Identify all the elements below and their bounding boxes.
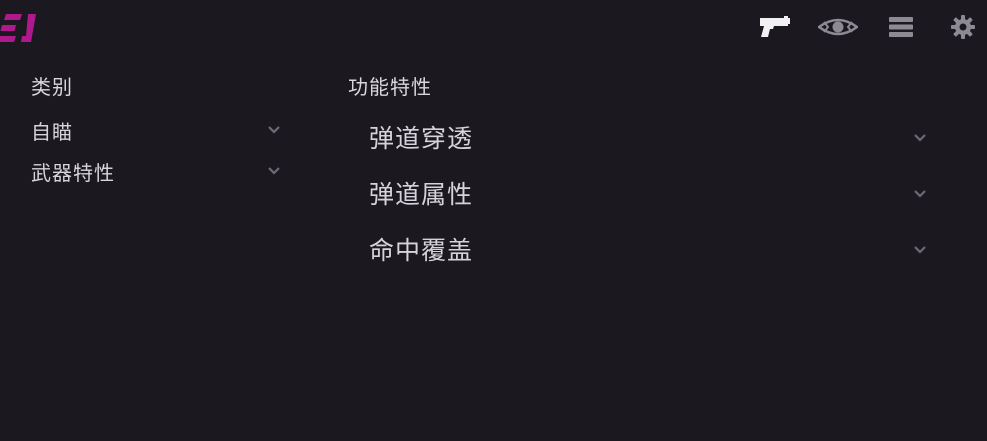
category-item-weapon-features[interactable]: 武器特性: [31, 154, 291, 188]
feature-item-label: 弹道穿透: [369, 124, 474, 153]
logo-icon: [0, 12, 40, 44]
app-window: 类别 自瞄 武器特性 功能特性 弹道穿透 弹道属性 命中覆盖: [0, 0, 987, 441]
feature-item-hit-override[interactable]: 命中覆盖: [369, 227, 939, 271]
chevron-down-icon: [914, 134, 926, 142]
chevron-down-icon: [914, 246, 926, 254]
gear-icon[interactable]: [949, 10, 977, 44]
category-item-label: 自瞄: [31, 119, 73, 144]
category-item-label: 武器特性: [31, 160, 115, 185]
feature-item-label: 弹道属性: [369, 180, 474, 209]
eye-icon[interactable]: [817, 10, 859, 44]
feature-item-ballistic-properties[interactable]: 弹道属性: [369, 171, 939, 215]
pistol-icon[interactable]: [757, 10, 793, 44]
left-panel-title: 类别: [31, 75, 73, 99]
chevron-down-icon: [268, 167, 280, 175]
right-panel-title: 功能特性: [348, 75, 432, 99]
category-item-aimbot[interactable]: 自瞄: [31, 113, 291, 147]
feature-item-label: 命中覆盖: [369, 236, 474, 265]
chevron-down-icon: [914, 190, 926, 198]
feature-item-penetration[interactable]: 弹道穿透: [369, 115, 939, 159]
chevron-down-icon: [268, 126, 280, 134]
menu-lines-icon[interactable]: [887, 10, 915, 44]
